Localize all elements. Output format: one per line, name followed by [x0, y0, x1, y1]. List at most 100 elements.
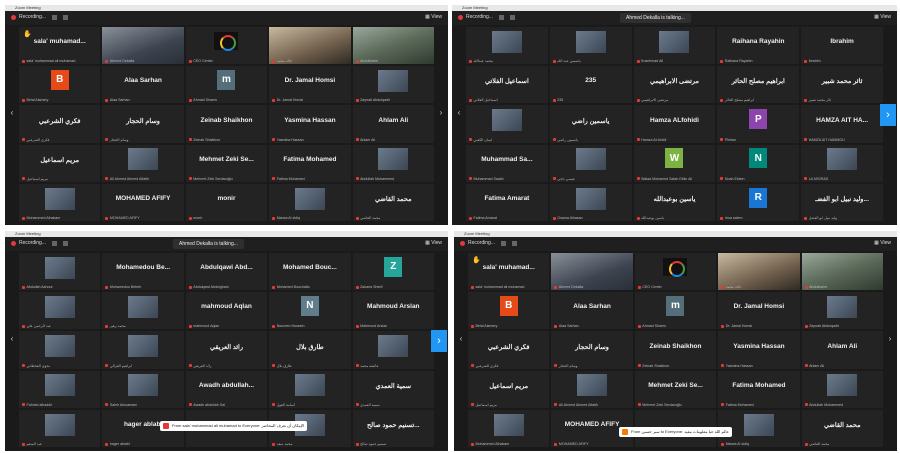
participant-tile[interactable]: Raihana Rayahin Raihana Rayahin	[717, 27, 800, 65]
participant-tile[interactable]: ياسين بوعبدالله ياسين بوعبدالله	[633, 183, 716, 221]
participant-tile[interactable]: ياسمين راضي ياسمين راضي	[549, 105, 632, 143]
participant-tile[interactable]: Mehmet Zeki Se... Mehmet Zeki Serdaroğlu	[634, 370, 717, 408]
participant-tile[interactable]: Fatima Amarat Fatima Amarat	[466, 183, 548, 221]
participant-tile[interactable]: Dr. Jamal Homsi Dr. Jamal Homsi	[718, 292, 800, 330]
participant-tile[interactable]: m Ahmad Shams	[634, 292, 717, 330]
participant-tile[interactable]: CEO Center	[634, 253, 717, 291]
participant-tile[interactable]: Hamza ALfohidi Hamza ALfohidi	[633, 105, 716, 143]
stop-recording-icon[interactable]	[511, 240, 517, 246]
recording-indicator[interactable]: Recording...	[458, 14, 515, 20]
participant-tile[interactable]: Zeinab Shaikhon Zeinab Shaikhon	[185, 105, 268, 143]
chat-notification[interactable]: From sala' muhammad ali muhamad to Every…	[160, 421, 308, 431]
next-page-arrow-icon[interactable]: ›	[880, 104, 896, 126]
pause-recording-icon[interactable]	[51, 240, 57, 246]
previous-page-arrow-icon[interactable]: ‹	[7, 330, 17, 346]
participant-tile[interactable]: وسام الحجار وسام الحجار	[102, 105, 184, 143]
participant-tile[interactable]: ابراهيم الغزالي	[102, 331, 184, 369]
participant-tile[interactable]: مرتضى الابراهيمي مرتضى الابراهيمي	[633, 66, 716, 104]
participant-tile[interactable]: ✋ sala' muhamad... sala' muhammad ali muha…	[19, 27, 101, 65]
participant-tile[interactable]: عائشة محمد	[352, 331, 434, 369]
participant-tile[interactable]: تسنيم حمود صالح... تسنيم حمود صالح	[352, 409, 434, 447]
participant-tile[interactable]: خالد محمد	[269, 27, 351, 65]
participant-tile[interactable]: Marwa Al sidiq	[269, 183, 351, 221]
next-page-arrow-icon[interactable]: ›	[885, 330, 895, 346]
view-button[interactable]: ▦ View	[425, 240, 442, 246]
participant-tile[interactable]: محمد زهير	[102, 292, 184, 330]
participant-tile[interactable]: Fatima Mohamed Fatima Mohamed	[718, 370, 800, 408]
participant-tile[interactable]: Ahmed Dekalla	[551, 253, 633, 291]
participant-tile[interactable]: Fatima Mohamed Fatima Mohamed	[269, 144, 351, 182]
participant-tile[interactable]: سمية العمدي سمية العمدي	[352, 370, 434, 408]
participant-tile[interactable]: محمد القاضي محمد القاضي	[801, 409, 883, 447]
participant-tile[interactable]: Abdulqawi Abd... Abdulqawi Abdulghani	[185, 253, 268, 291]
participant-tile[interactable]: Mohamedou Be... Mohamedou Bebeh	[102, 253, 184, 291]
participant-tile[interactable]: Zaynab Abdulqadir	[801, 292, 883, 330]
participant-tile[interactable]: 235 235	[549, 66, 632, 104]
participant-tile[interactable]: Saleh Alnoamani	[102, 370, 184, 408]
participant-tile[interactable]: W Walaa Mohamed Salah Eldin Ali	[633, 144, 716, 182]
participant-tile[interactable]: m Ahmad Shams	[185, 66, 268, 104]
participant-tile[interactable]: رائد العريقي رائد العريقي	[185, 331, 268, 369]
view-button[interactable]: ▦ View	[425, 14, 442, 20]
stop-recording-icon[interactable]	[62, 240, 68, 246]
participant-tile[interactable]: Dr. Jamal Homsi Dr. Jamal Homsi	[269, 66, 351, 104]
recording-indicator[interactable]: Recording...	[11, 14, 68, 20]
participant-tile[interactable]: طارق بلال طارق بلال	[269, 331, 351, 369]
previous-page-arrow-icon[interactable]: ‹	[7, 104, 17, 120]
participant-tile[interactable]: Mohamed Bouc... Mohamed Bouchalla	[269, 253, 351, 291]
participant-tile[interactable]: N Noureen Hussein	[269, 292, 351, 330]
participant-tile[interactable]: P Plekan	[717, 105, 800, 143]
next-page-arrow-icon[interactable]: ›	[431, 330, 447, 352]
participant-tile[interactable]: Zeinab Shaikhon Zeinab Shaikhon	[634, 331, 717, 369]
pause-recording-icon[interactable]	[500, 240, 506, 246]
participant-tile[interactable]: Ibrahim Ibrahim	[801, 27, 883, 65]
participant-tile[interactable]: Kusnhmad Ali	[633, 27, 716, 65]
participant-tile[interactable]: Fahmid alhaddri	[19, 370, 101, 408]
next-page-arrow-icon[interactable]: ›	[436, 104, 446, 120]
participant-tile[interactable]: عبد الرحمن علي	[19, 292, 101, 330]
participant-tile[interactable]: ايمان الكعبي	[466, 105, 548, 143]
view-button[interactable]: ▦ View	[874, 14, 891, 20]
view-button[interactable]: ▦ View	[874, 240, 891, 246]
stop-recording-icon[interactable]	[62, 14, 68, 20]
participant-tile[interactable]: Muhammad Sa... Muhammad Saalid	[466, 144, 548, 182]
participant-tile[interactable]: أسامة الغول	[269, 370, 351, 408]
participant-tile[interactable]: ابراهيم مصلح الحائر ابراهيم مصلح الحائر	[717, 66, 800, 104]
participant-tile[interactable]: عيسى ناجي	[549, 144, 632, 182]
participant-tile[interactable]: نجوى القحطاني	[19, 331, 101, 369]
participant-tile[interactable]: Abdulkarim	[801, 253, 883, 291]
participant-tile[interactable]: ✋ sala' muhamad... sala' muhammad ali muha…	[468, 253, 550, 291]
participant-tile[interactable]: Mohammed Alhakam	[19, 183, 101, 221]
participant-tile[interactable]: HAMZA AIT HA... HAMZA AIT HAMMOU	[801, 105, 883, 143]
participant-tile[interactable]: Rrima salem	[717, 183, 800, 221]
participant-tile[interactable]: Mohammed Alhakam	[468, 409, 550, 447]
participant-tile[interactable]: mahmoud Aqlan mahmoud Aqlan	[185, 292, 268, 330]
previous-page-arrow-icon[interactable]: ‹	[456, 330, 466, 346]
participant-tile[interactable]: Ahlam Ali Ahlam Ali	[801, 331, 883, 369]
participant-tile[interactable]: Ali Ahmed Ahmed Alfatih	[102, 144, 184, 182]
participant-tile[interactable]: Yasmina Hassan Yasmina Hassan	[718, 331, 800, 369]
participant-tile[interactable]: Mehmet Zeki Se... Mehmet Zeki Serdaroğlu	[185, 144, 268, 182]
participant-tile[interactable]: B Belal Alamery	[468, 292, 550, 330]
participant-tile[interactable]: Abdullah Mohammed	[352, 144, 434, 182]
participant-tile[interactable]: LA MIGRAD	[801, 144, 883, 182]
participant-tile[interactable]: Osama Alhasan	[549, 183, 632, 221]
participant-tile[interactable]: Alaa Sarhan Alaa Sarhan	[102, 66, 184, 104]
participant-tile[interactable]: اسماعيل الفلاتي اسماعيل الفلاتي	[466, 66, 548, 104]
participant-tile[interactable]: B Belal Alamery	[19, 66, 101, 104]
participant-tile[interactable]: Z Zakaria Sherif	[352, 253, 434, 291]
participant-tile[interactable]: Abdullah Ashour	[19, 253, 101, 291]
participant-tile[interactable]: Mahmoud Arslan Mahmoud Arslan	[352, 292, 434, 330]
participant-tile[interactable]: محمد القاضي محمد القاضي	[352, 183, 434, 221]
participant-tile[interactable]: محمد عبدالله	[466, 27, 548, 65]
participant-tile[interactable]: N Noah Eldein	[717, 144, 800, 182]
participant-tile[interactable]: ثائر محمد شبير ثائر محمد شبير	[801, 66, 883, 104]
participant-tile[interactable]: Ali Ahmed Ahmed Alfatih	[551, 370, 633, 408]
participant-tile[interactable]: مريم اسماعيل مريم اسماعيل	[19, 144, 101, 182]
participant-tile[interactable]: وسام الحجار وسام الحجار	[551, 331, 633, 369]
participant-tile[interactable]: Zaynab Abdulqadir	[352, 66, 434, 104]
participant-tile[interactable]: Awadh abdullah... Awadh abdullah Sal	[185, 370, 268, 408]
participant-tile[interactable]: Abdulkarim	[352, 27, 434, 65]
recording-indicator[interactable]: Recording...	[460, 240, 517, 246]
participant-tile[interactable]: monir monir	[185, 183, 268, 221]
